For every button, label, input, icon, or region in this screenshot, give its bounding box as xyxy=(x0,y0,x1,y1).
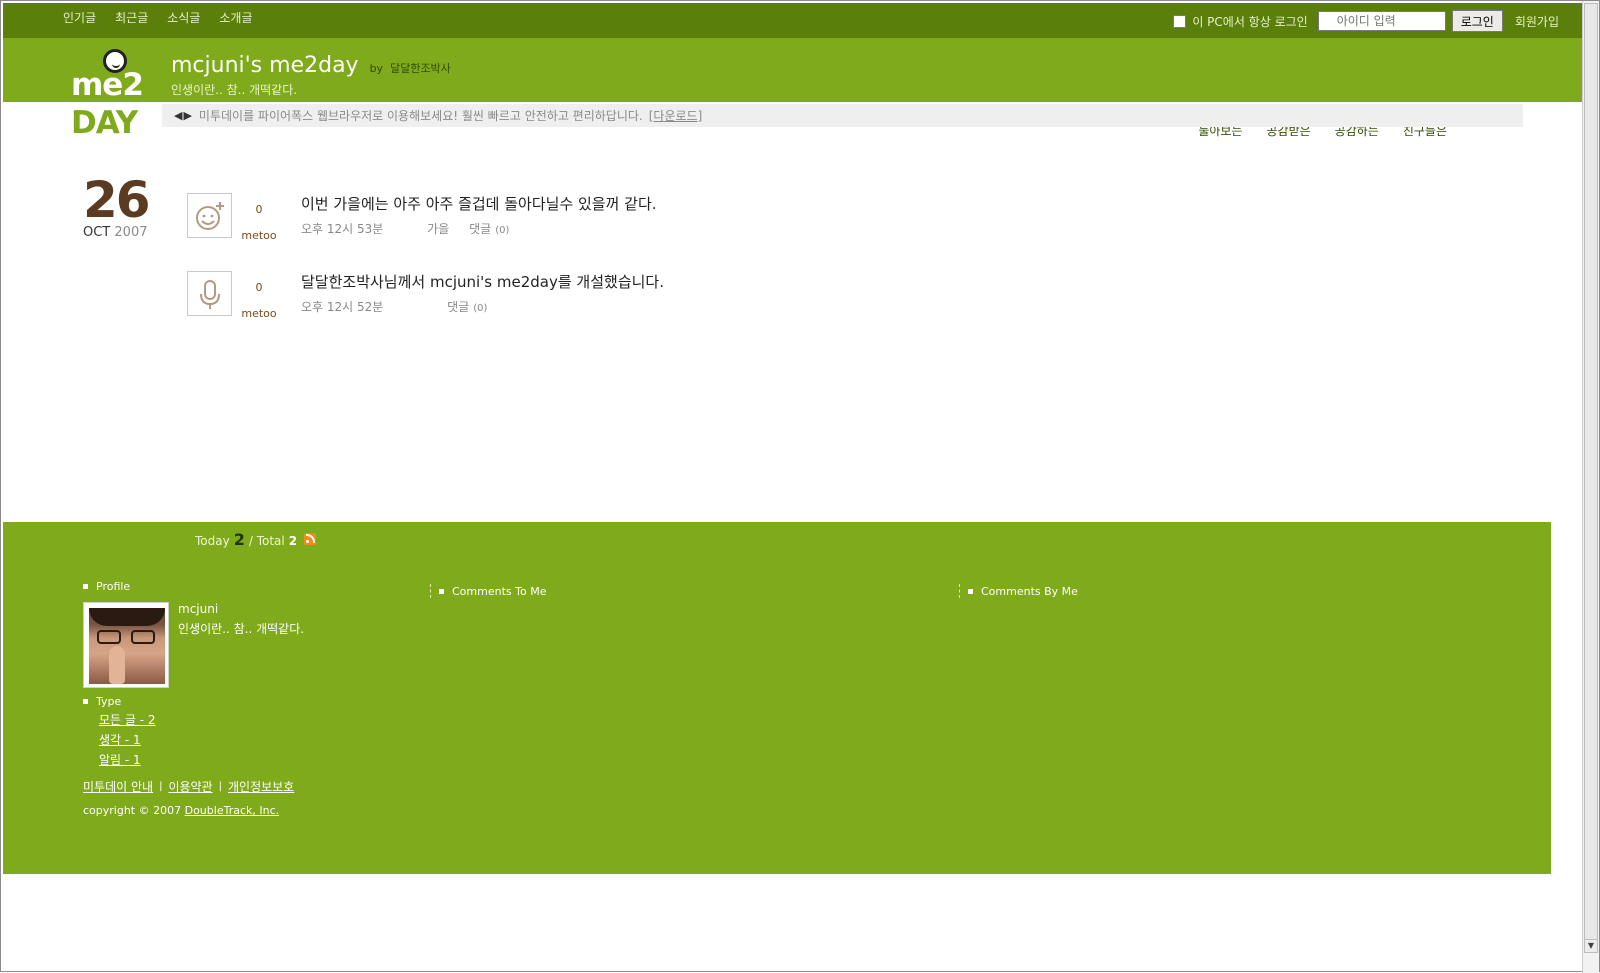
avatar-hair xyxy=(89,608,165,626)
remember-login-label: 이 PC에서 항상 로그인 xyxy=(1192,14,1308,29)
blog-tagline: 인생이란.. 참.. 개떡같다. xyxy=(171,83,298,97)
avatar-glasses-right xyxy=(131,630,155,644)
post-time[interactable]: 오후 12시 53분 xyxy=(301,222,383,236)
divider xyxy=(959,584,960,598)
date-month: OCT xyxy=(83,225,111,240)
total-count: 2 xyxy=(288,534,298,548)
id-input[interactable] xyxy=(1317,11,1446,31)
notice-message: 미투데이를 파이어폭스 웹브라우저로 이용해보세요! 훨씬 빠르고 안전하고 편… xyxy=(198,109,643,123)
avatar-glasses-left xyxy=(97,630,121,644)
post-text: 이번 가을에는 아주 아주 즐겁데 돌아다닐수 있을꺼 같다. xyxy=(301,195,657,213)
copyright-text: copyright © 2007 xyxy=(83,804,182,817)
metoo-count: 0 xyxy=(255,281,263,294)
bullet-icon xyxy=(439,588,444,594)
type-thought-link[interactable]: 생각 - 1 xyxy=(99,731,156,748)
blog-title-text: mcjuni's me2day xyxy=(171,53,359,78)
comments-to-me-heading: Comments To Me xyxy=(430,584,546,598)
date-month-year: OCT 2007 xyxy=(83,225,148,240)
avatar-photo xyxy=(89,608,165,684)
me2day-logo[interactable]: me2 DAY xyxy=(69,47,147,141)
link-separator: | xyxy=(218,781,222,792)
download-link[interactable]: [다운로드] xyxy=(649,107,703,124)
type-list: 모든 글 - 2 생각 - 1 알림 - 1 xyxy=(99,711,156,768)
bullet-icon xyxy=(83,584,88,589)
post-item: 0 metoo 달달한조박사님께서 mcjuni's me2day를 개설했습니… xyxy=(187,271,887,321)
post-time[interactable]: 오후 12시 52분 xyxy=(301,300,383,314)
scroll-down-icon[interactable]: ▼ xyxy=(1584,939,1598,953)
blog-title[interactable]: mcjuni's me2day by 달달한조박사 xyxy=(171,53,451,78)
browser-viewport: 인기글 최근글 소식글 소개글 이 PC에서 항상 로그인 로그인 회원가입 둘… xyxy=(0,0,1600,973)
comments-to-me-text: Comments To Me xyxy=(452,584,547,598)
comments-by-me-text: Comments By Me xyxy=(981,584,1078,598)
vertical-scrollbar[interactable]: ▼ xyxy=(1582,1,1599,973)
metoo-count: 0 xyxy=(255,203,263,216)
join-link[interactable]: 회원가입 xyxy=(1515,13,1559,30)
blog-owner-name[interactable]: 달달한조박사 xyxy=(390,62,451,75)
profile-heading: Profile xyxy=(83,580,130,593)
about-link[interactable]: 미투데이 안내 xyxy=(83,778,153,795)
login-button[interactable]: 로그인 xyxy=(1451,10,1503,32)
topnav-news[interactable]: 소식글 xyxy=(167,9,200,26)
rss-icon[interactable] xyxy=(304,533,317,545)
comment-count: (0) xyxy=(473,303,488,314)
footer-links: 미투데이 안내 | 이용약관 | 개인정보보호 xyxy=(83,778,294,795)
post-text: 달달한조박사님께서 mcjuni's me2day를 개설했습니다. xyxy=(301,273,664,291)
today-label: Today xyxy=(195,534,230,548)
comment-link[interactable]: 댓글 xyxy=(469,222,491,236)
privacy-link[interactable]: 개인정보보호 xyxy=(228,778,294,795)
topnav-recent[interactable]: 최근글 xyxy=(115,9,148,26)
notice-bar: ◀▶ 미투데이를 파이어폭스 웹브라우저로 이용해보세요! 훨씬 빠르고 안전하… xyxy=(162,104,1523,127)
terms-link[interactable]: 이용약관 xyxy=(168,778,212,795)
date-year: 2007 xyxy=(114,225,148,240)
copyright: copyright © 2007 DoubleTrack, Inc. xyxy=(83,804,279,817)
notice-arrows-icon[interactable]: ◀▶ xyxy=(174,109,193,122)
metoo-button[interactable]: metoo xyxy=(239,307,279,320)
footer: Today 2 / Total 2 Profile Comments To Me… xyxy=(3,522,1551,874)
post-tag[interactable]: 가을 xyxy=(427,222,449,236)
metoo-button[interactable]: metoo xyxy=(239,229,279,242)
remember-login-checkbox[interactable] xyxy=(1173,14,1187,28)
login-box: 이 PC에서 항상 로그인 로그인 회원가입 xyxy=(1173,10,1559,32)
smile-plus-icon xyxy=(187,193,232,238)
avatar[interactable] xyxy=(83,602,169,688)
profile-name[interactable]: mcjuni xyxy=(178,602,218,616)
visit-counter: Today 2 / Total 2 xyxy=(195,530,317,549)
microphone-icon xyxy=(187,271,232,316)
profile-message: 인생이란.. 참.. 개떡같다. xyxy=(178,622,305,636)
bullet-icon xyxy=(83,699,88,704)
post-meta: 오후 12시 52분 댓글 (0) xyxy=(301,298,491,315)
post-item: 0 metoo 이번 가을에는 아주 아주 즐겁데 돌아다닐수 있을꺼 같다. … xyxy=(187,193,887,243)
today-count: 2 xyxy=(233,530,245,549)
bullet-icon xyxy=(968,588,973,594)
comment-link[interactable]: 댓글 xyxy=(447,300,469,314)
total-label: / Total xyxy=(248,534,285,548)
top-bar: 인기글 최근글 소식글 소개글 이 PC에서 항상 로그인 로그인 회원가입 xyxy=(3,3,1583,38)
topnav-intro[interactable]: 소개글 xyxy=(219,9,252,26)
type-heading-text: Type xyxy=(96,695,122,708)
comments-by-me-heading: Comments By Me xyxy=(959,584,1078,598)
logo-day-text: DAY xyxy=(71,105,138,141)
profile-heading-text: Profile xyxy=(96,580,131,593)
link-separator: | xyxy=(159,781,163,792)
top-nav: 인기글 최근글 소식글 소개글 xyxy=(63,9,253,26)
company-link[interactable]: DoubleTrack, Inc. xyxy=(185,804,280,817)
post-meta: 오후 12시 53분 가을 댓글 (0) xyxy=(301,220,513,237)
comment-count: (0) xyxy=(495,225,510,236)
avatar-hand xyxy=(109,646,125,684)
type-heading: Type xyxy=(83,695,121,708)
logo-me2-text: me2 xyxy=(71,67,144,103)
blog-by-label: by xyxy=(369,62,384,75)
type-notice-link[interactable]: 알림 - 1 xyxy=(99,751,156,768)
type-all-link[interactable]: 모든 글 - 2 xyxy=(99,711,156,728)
divider xyxy=(430,584,431,598)
scrollbar-thumb[interactable] xyxy=(1584,3,1598,953)
topnav-popular[interactable]: 인기글 xyxy=(63,9,96,26)
date-day: 26 xyxy=(83,171,151,229)
